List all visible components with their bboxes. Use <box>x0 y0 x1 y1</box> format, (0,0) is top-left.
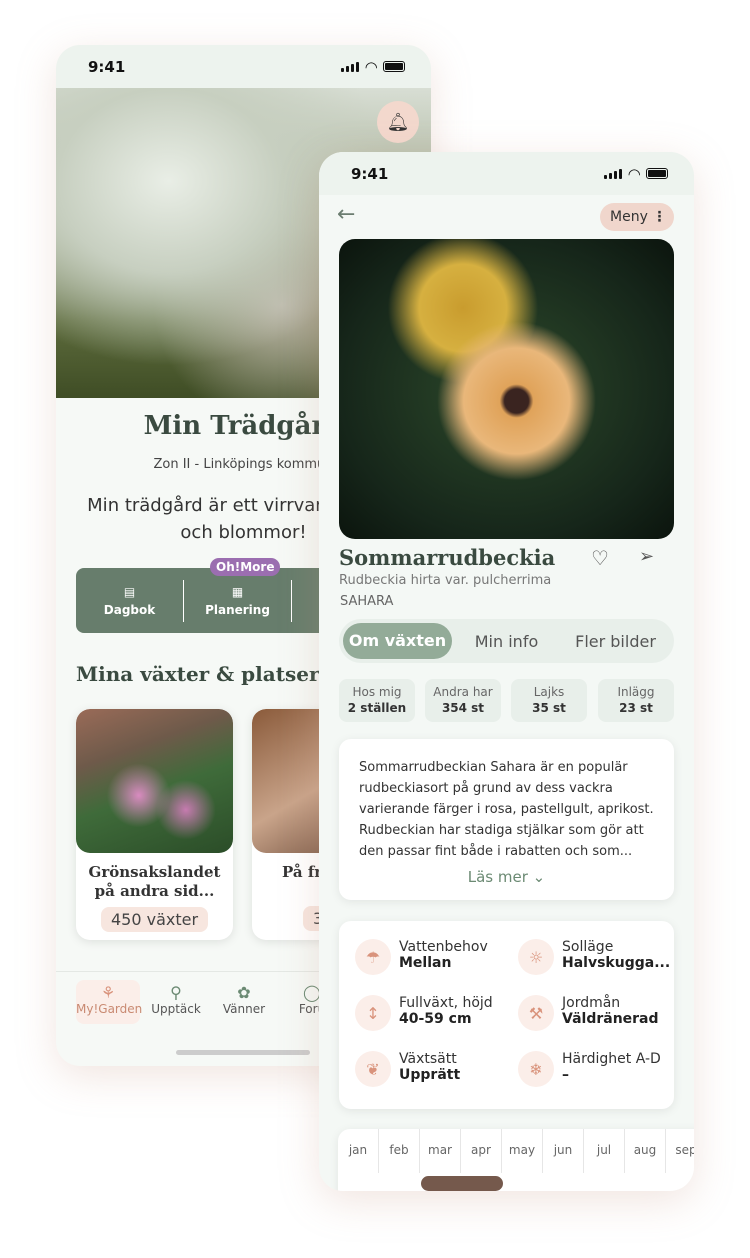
stat-at-me[interactable]: Hos mig 2 ställen <box>339 679 415 722</box>
plant-detail-screen: 9:41 ◠ ← Meny ⋮ Sommarrudbeckia ♡ ➢ Rudb… <box>319 152 694 1191</box>
latin-name: Rudbeckia hirta var. pulcherrima <box>339 573 552 588</box>
bloom-period-bar <box>421 1176 503 1191</box>
nav-mygarden[interactable]: ⚘ My!Garden <box>76 980 142 1024</box>
heart-icon[interactable]: ♡ <box>591 546 609 570</box>
month-jun: jun <box>543 1129 584 1173</box>
shovel-icon: ⚒ <box>518 995 554 1031</box>
month-jan: jan <box>338 1129 379 1173</box>
premium-badge: Oh!More <box>210 558 281 576</box>
chevron-down-icon: ⌄ <box>532 868 546 886</box>
status-time: 9:41 <box>351 164 389 183</box>
height-icon: ↕ <box>355 995 391 1031</box>
wifi-icon: ◠ <box>628 164 640 183</box>
sun-icon: ☼ <box>518 939 554 975</box>
status-time: 9:41 <box>88 57 126 76</box>
snowflake-icon: ❄ <box>518 1051 554 1087</box>
diary-button[interactable]: ▤ Dagbok <box>76 579 184 622</box>
place-image <box>76 709 233 853</box>
stat-likes[interactable]: Lajks 35 st <box>511 679 587 722</box>
notebook-icon: ▤ <box>123 584 136 599</box>
battery-icon <box>646 168 668 179</box>
home-indicator <box>176 1050 310 1055</box>
month-sep: sep <box>666 1129 694 1173</box>
description-card: Sommarrudbeckian Sahara är en populär ru… <box>339 739 674 900</box>
plant-description: Sommarrudbeckian Sahara är en populär ru… <box>359 760 654 859</box>
info-sun: ☼ Solläge Halvskugga... <box>518 939 670 975</box>
plant-count: 450 växter <box>100 907 209 932</box>
month-may: may <box>502 1129 543 1173</box>
stat-others-have[interactable]: Andra har 354 st <box>425 679 501 722</box>
wifi-icon: ◠ <box>365 57 377 76</box>
calendar-icon: ▦ <box>231 584 244 599</box>
place-card[interactable]: Grönsakslandet på andra sid... 450 växte… <box>76 709 233 940</box>
info-soil: ⚒ Jordmån Väldränerad <box>518 995 659 1031</box>
battery-icon <box>383 61 405 72</box>
more-vertical-icon: ⋮ <box>652 209 667 225</box>
read-more-button[interactable]: Läs mer ⌄ <box>359 868 654 886</box>
plant-info-card: ☂ Vattenbehov Mellan ☼ Solläge Halvskugga...… <box>339 921 674 1109</box>
month-feb: feb <box>379 1129 420 1173</box>
share-icon[interactable]: ➢ <box>639 546 654 567</box>
search-icon: ⚲ <box>170 983 182 1002</box>
plant-name: Sommarrudbeckia <box>339 545 556 570</box>
tab-about[interactable]: Om växten <box>343 623 452 659</box>
info-height: ↕ Fullväxt, höjd 40-59 cm <box>355 995 493 1031</box>
signal-icon <box>341 61 360 72</box>
tab-bar: Om växten Min info Fler bilder <box>339 619 674 663</box>
flower-icon: ✿ <box>237 983 251 1002</box>
cultivar-name: SAHARA <box>340 594 394 609</box>
menu-button[interactable]: Meny ⋮ <box>600 203 674 231</box>
bell-icon[interactable]: 🔔︎ <box>377 101 419 143</box>
section-title: Mina växter & platser <box>76 662 320 686</box>
tab-my-info[interactable]: Min info <box>452 632 561 651</box>
month-apr: apr <box>461 1129 502 1173</box>
month-aug: aug <box>625 1129 666 1173</box>
nav-friends[interactable]: ✿ Vänner <box>212 980 276 1024</box>
planning-button[interactable]: ▦ Planering <box>184 579 292 622</box>
leaf-icon: ❦ <box>355 1051 391 1087</box>
plant-image <box>339 239 674 539</box>
bloom-calendar: jan feb mar apr may jun jul aug sep <box>338 1129 694 1191</box>
signal-icon <box>604 168 623 179</box>
info-water: ☂ Vattenbehov Mellan <box>355 939 488 975</box>
month-mar: mar <box>420 1129 461 1173</box>
back-arrow-icon[interactable]: ← <box>337 202 355 227</box>
status-bar: 9:41 ◠ <box>319 152 694 195</box>
info-hardiness: ❄ Härdighet A-D – <box>518 1051 661 1087</box>
info-growth: ❦ Växtsätt Upprätt <box>355 1051 460 1087</box>
stat-posts[interactable]: Inlägg 23 st <box>598 679 674 722</box>
nav-discover[interactable]: ⚲ Upptäck <box>144 980 208 1024</box>
status-bar: 9:41 ◠ <box>56 45 431 88</box>
month-jul: jul <box>584 1129 625 1173</box>
tab-more-images[interactable]: Fler bilder <box>561 632 670 651</box>
sprout-icon: ⚘ <box>100 983 116 1002</box>
watering-can-icon: ☂ <box>355 939 391 975</box>
